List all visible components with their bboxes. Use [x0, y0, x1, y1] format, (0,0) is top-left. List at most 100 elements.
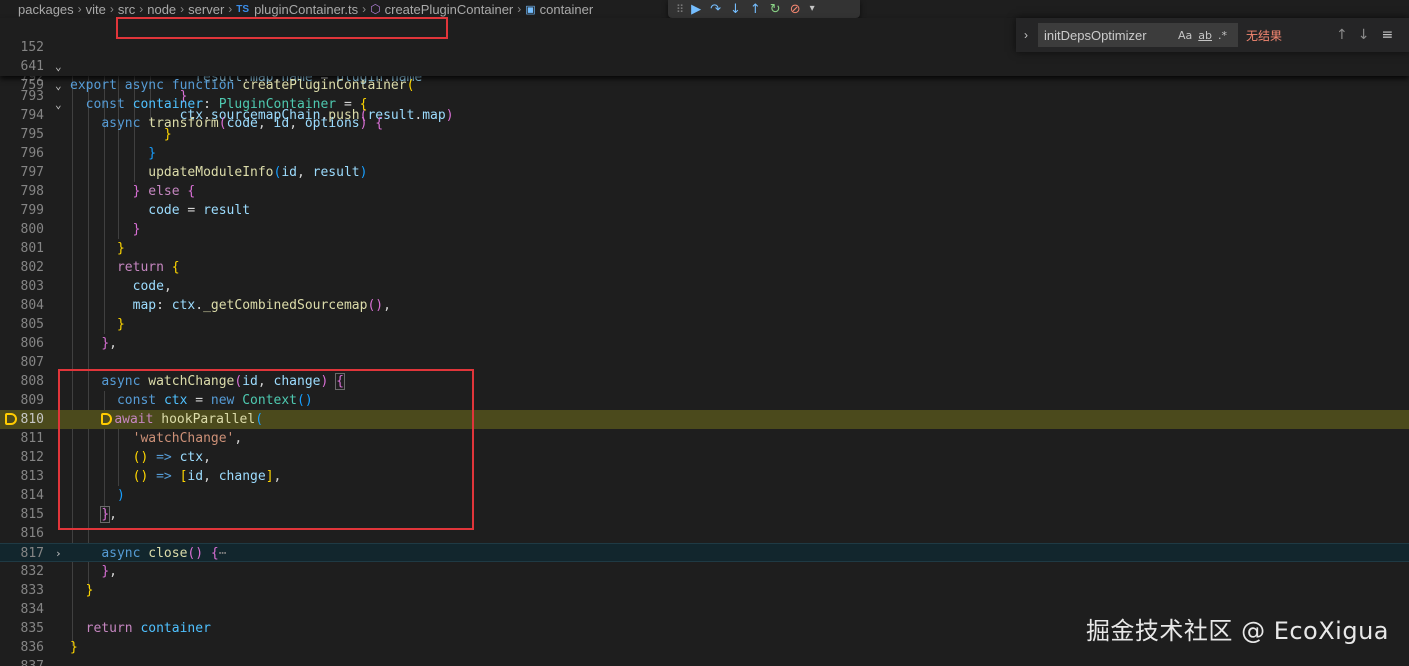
- code-line[interactable]: 800 }: [0, 220, 1409, 239]
- code-text: updateModuleInfo(id, result): [148, 165, 368, 180]
- chevron-right-icon: ›: [517, 2, 522, 16]
- line-number: 806: [20, 336, 44, 351]
- code-line[interactable]: 797 updateModuleInfo(id, result): [0, 163, 1409, 182]
- step-out-icon[interactable]: ↑: [750, 3, 761, 16]
- match-case-icon[interactable]: Aa: [1178, 29, 1192, 42]
- variable-icon: ▣: [525, 3, 536, 16]
- code-text: },: [101, 564, 117, 579]
- annotation-box-watchchange: [58, 369, 474, 530]
- line-number: 801: [20, 241, 44, 256]
- line-number: 833: [20, 583, 44, 598]
- code-text: return {: [116, 260, 180, 275]
- breadcrumb-packages[interactable]: packages: [18, 2, 74, 17]
- line-number: 837: [0, 657, 44, 666]
- function-icon: ⬡: [370, 2, 381, 16]
- code-text: }: [148, 146, 157, 161]
- code-text: }: [116, 241, 125, 256]
- chevron-down-icon[interactable]: ⌄: [55, 76, 62, 95]
- chevron-right-icon: ›: [109, 2, 114, 16]
- line-number: 799: [20, 203, 44, 218]
- restart-icon[interactable]: ↻: [770, 3, 781, 16]
- line-number: 810: [20, 412, 44, 427]
- watermark: 掘金技术社区 @ EcoXigua: [1085, 617, 1389, 645]
- line-number: 759: [20, 78, 44, 93]
- continue-icon[interactable]: ▶: [691, 3, 701, 16]
- code-line[interactable]: 833 }: [0, 581, 1409, 600]
- chevron-down-icon[interactable]: ▾: [810, 4, 815, 14]
- code-line[interactable]: 802 return {: [0, 258, 1409, 277]
- find-input[interactable]: [1044, 27, 1172, 43]
- code-text: } else {: [132, 184, 196, 199]
- line-number: 812: [20, 450, 44, 465]
- drag-handle-icon[interactable]: ⠿: [676, 3, 684, 16]
- breadcrumb-server[interactable]: server: [188, 2, 224, 17]
- breadcrumb-node[interactable]: node: [147, 2, 176, 17]
- step-into-icon[interactable]: ↓: [730, 3, 741, 16]
- find-input-box: Aa ab .*: [1038, 23, 1238, 47]
- code-text: }: [70, 640, 78, 655]
- code-line[interactable]: 798 } else {: [0, 182, 1409, 201]
- debug-toolbar: ⠿ ▶ ↷ ↓ ↑ ↻ ⊘ ▾: [668, 0, 860, 18]
- breadcrumb-file[interactable]: pluginContainer.ts: [254, 2, 358, 17]
- chevron-right-icon: ›: [139, 2, 144, 16]
- code-text: return container: [85, 621, 211, 636]
- chevron-right-icon: ›: [77, 2, 82, 16]
- find-menu-icon[interactable]: ≡: [1381, 27, 1393, 43]
- line-number: 832: [20, 564, 44, 579]
- previous-match-icon[interactable]: ↑: [1336, 27, 1348, 43]
- code-text: export async function createPluginContai…: [70, 78, 415, 93]
- next-match-icon[interactable]: ↓: [1358, 27, 1370, 43]
- chevron-right-icon[interactable]: ›: [55, 544, 62, 563]
- breadcrumb-function[interactable]: createPluginContainer: [385, 2, 514, 17]
- line-number: 803: [20, 279, 44, 294]
- step-over-icon[interactable]: ↷: [710, 3, 721, 16]
- code-line[interactable]: 806 },: [0, 334, 1409, 353]
- code-line[interactable]: 805 }: [0, 315, 1409, 334]
- line-number: 836: [20, 640, 44, 655]
- breadcrumb-src[interactable]: src: [118, 2, 135, 17]
- line-number: 835: [20, 621, 44, 636]
- line-number: 798: [20, 184, 44, 199]
- code-line[interactable]: 832 },: [0, 562, 1409, 581]
- code-line[interactable]: 801 }: [0, 239, 1409, 258]
- disconnect-icon[interactable]: ⊘: [790, 3, 801, 16]
- code-line[interactable]: 803 code,: [0, 277, 1409, 296]
- code-text: },: [101, 336, 117, 351]
- line-number: 815: [20, 507, 44, 522]
- code-line[interactable]: 804 map: ctx._getCombinedSourcemap(),: [0, 296, 1409, 315]
- line-number: 797: [20, 165, 44, 180]
- code-text: code,: [132, 279, 172, 294]
- line-number: 808: [20, 374, 44, 389]
- regex-icon[interactable]: .*: [1218, 29, 1227, 42]
- toggle-replace-icon[interactable]: ›: [1016, 28, 1036, 42]
- code-text: async transform(code, id, options) {: [101, 116, 384, 131]
- line-number: 811: [20, 431, 44, 446]
- code-text: }: [85, 583, 94, 598]
- chevron-right-icon: ›: [180, 2, 185, 16]
- line-number: 814: [20, 488, 44, 503]
- code-text: }: [132, 222, 141, 237]
- breadcrumb-variable[interactable]: container: [540, 2, 593, 17]
- annotation-box-function: [116, 17, 448, 39]
- whole-word-icon[interactable]: ab: [1198, 29, 1212, 42]
- chevron-right-icon: ›: [228, 2, 233, 16]
- code-line-folded[interactable]: 817 › async close() {⋯: [0, 543, 1409, 562]
- line-number: 805: [20, 317, 44, 332]
- line-number: 809: [20, 393, 44, 408]
- line-number: 813: [20, 469, 44, 484]
- sticky-line[interactable]: 759 ⌄ async transform(code, id, options)…: [0, 57, 1409, 131]
- code-line[interactable]: 837: [0, 657, 1409, 666]
- chevron-down-icon[interactable]: ⌄: [55, 95, 62, 114]
- code-line[interactable]: 796 }: [0, 144, 1409, 163]
- code-text: const container: PluginContainer = {: [85, 97, 368, 112]
- line-number: 834: [20, 602, 44, 617]
- chevron-right-icon: ›: [362, 2, 367, 16]
- find-widget: › Aa ab .* 无结果 ↑ ↓ ≡: [1016, 18, 1409, 52]
- code-line[interactable]: 799 code = result: [0, 201, 1409, 220]
- typescript-file-icon: TS: [236, 3, 250, 15]
- line-number: 817: [20, 546, 44, 561]
- breadcrumb-vite[interactable]: vite: [86, 2, 106, 17]
- find-result-status: 无结果: [1246, 28, 1283, 43]
- line-number: 807: [20, 355, 44, 370]
- code-text: map: ctx._getCombinedSourcemap(),: [132, 298, 391, 313]
